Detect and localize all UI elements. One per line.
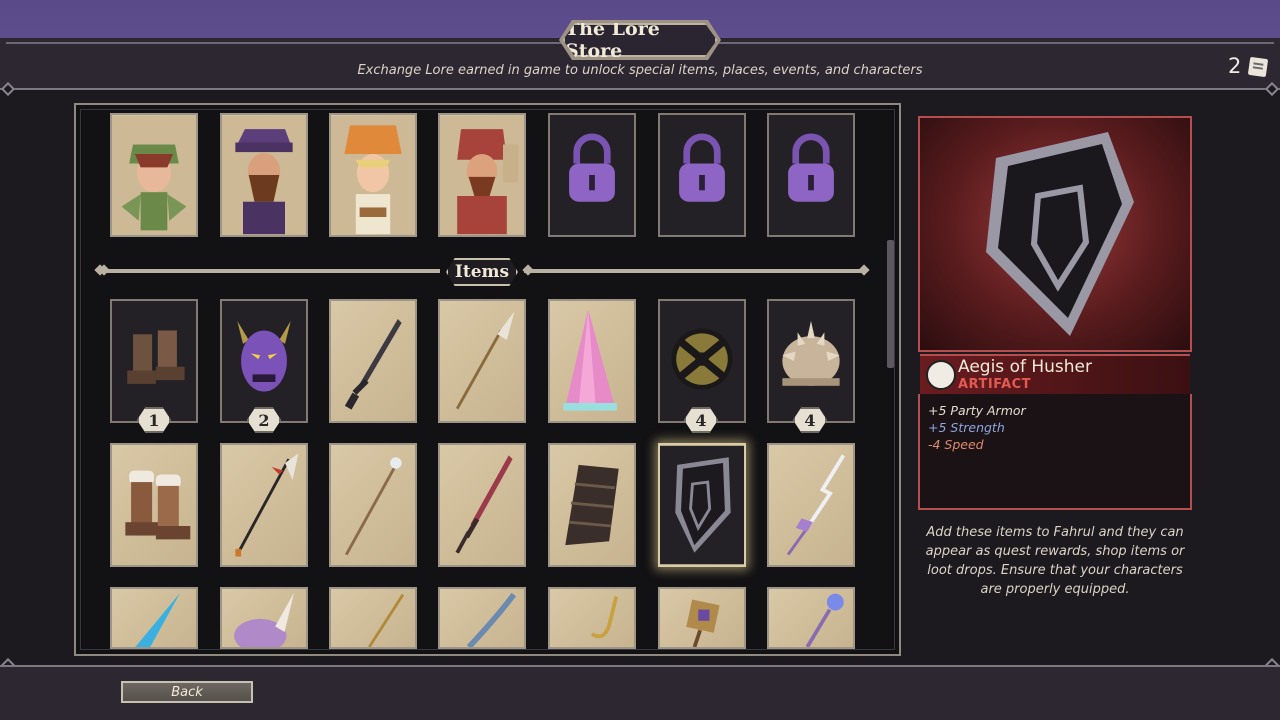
round-shield-icon (660, 301, 744, 421)
character-card-bearded[interactable] (220, 113, 308, 237)
item-card-glaive[interactable] (438, 299, 526, 423)
item-card-lightning-spear[interactable] (767, 443, 855, 567)
character-portrait-icon (331, 115, 415, 235)
section-divider (524, 269, 864, 273)
orb-scepter-icon (805, 593, 844, 647)
item-card-golden-spear[interactable] (329, 587, 417, 649)
dagger-icon (344, 319, 402, 410)
padlock-icon (660, 115, 744, 235)
item-card-orb-scepter[interactable] (767, 587, 855, 649)
page-subtitle: Exchange Lore earned in game to unlock s… (357, 63, 923, 78)
item-stats: +5 Party Armor +5 Strength -4 Speed (918, 394, 1192, 510)
item-card-halberd[interactable] (220, 443, 308, 567)
character-portrait-icon (112, 115, 196, 235)
character-portrait-icon (222, 115, 306, 235)
character-card-ranger[interactable] (110, 113, 198, 237)
item-card-mace[interactable] (658, 587, 746, 649)
kite-shield-icon (986, 132, 1134, 336)
item-card-spiked-helm[interactable] (767, 299, 855, 423)
item-card-staff[interactable] (329, 443, 417, 567)
glaive-icon (455, 311, 515, 410)
hook-icon (590, 596, 619, 639)
lore-count: 2 (1228, 54, 1242, 78)
item-card-crystal[interactable] (548, 299, 636, 423)
stat-line: +5 Party Armor (928, 403, 1026, 418)
golden-spear-icon (368, 593, 405, 647)
lore-scroll-icon (1247, 56, 1269, 78)
fur-boots-icon (125, 470, 191, 540)
character-card-red-hood[interactable] (438, 113, 526, 237)
item-preview (918, 116, 1192, 352)
grid-scrollbar[interactable] (887, 240, 894, 368)
padlock-icon (769, 115, 853, 235)
padlock-icon (550, 115, 634, 235)
staff-icon (345, 457, 402, 556)
item-card-round-shield[interactable] (658, 299, 746, 423)
item-card-bow[interactable] (438, 587, 526, 649)
boots-icon (112, 301, 196, 421)
spiked-helm-icon (769, 301, 853, 421)
halberd-icon (235, 453, 299, 557)
locked-character-slot[interactable] (658, 113, 746, 237)
stat-line: +5 Strength (928, 420, 1005, 435)
mace-icon (686, 599, 720, 647)
locked-character-slot[interactable] (767, 113, 855, 237)
artifact-emblem-icon (926, 360, 956, 390)
kite-shield-icon (660, 445, 744, 565)
lightning-spear-icon (786, 454, 846, 556)
locked-character-slot[interactable] (548, 113, 636, 237)
item-card-dagger[interactable] (329, 299, 417, 423)
item-card-longsword[interactable] (438, 443, 526, 567)
ice-shard-icon (135, 592, 181, 647)
section-title-items: Items (446, 258, 518, 286)
item-card-horned-helm[interactable] (220, 587, 308, 649)
item-card-gauntlet[interactable] (548, 443, 636, 567)
character-portrait-icon (440, 115, 524, 235)
crystal-cone-icon (563, 309, 617, 411)
item-name: Aegis of Husher (958, 357, 1092, 377)
character-card-blonde[interactable] (329, 113, 417, 237)
bow-icon (466, 592, 517, 647)
item-card-ice-shard[interactable] (110, 587, 198, 649)
stat-line: -4 Speed (928, 437, 984, 452)
longsword-icon (455, 455, 513, 554)
item-description: Add these items to Fahrul and they can a… (925, 525, 1185, 597)
page-title: The Lore Store (563, 23, 717, 57)
demon-mask-icon (222, 301, 306, 421)
item-card-hook[interactable] (548, 587, 636, 649)
item-card-demon-mask[interactable] (220, 299, 308, 423)
gauntlet-icon (565, 464, 619, 546)
section-divider (100, 269, 440, 273)
item-card-boots[interactable] (110, 299, 198, 423)
item-type: ARTIFACT (958, 377, 1032, 392)
item-card-kite-shield[interactable] (658, 443, 746, 567)
horned-helm-icon (234, 592, 294, 647)
item-card-fur-boots[interactable] (110, 443, 198, 567)
back-button[interactable]: Back (121, 681, 253, 703)
